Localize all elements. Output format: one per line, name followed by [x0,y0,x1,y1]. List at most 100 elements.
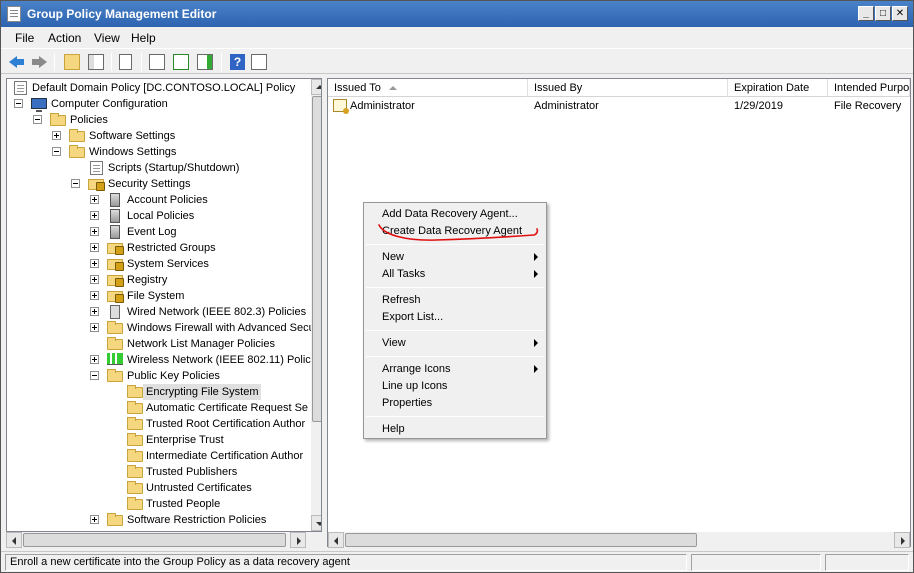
menu-separator [366,287,544,288]
tree-item-label: Local Policies [127,210,195,222]
arrow-right-icon [297,537,301,545]
expand-toggle[interactable] [90,227,99,236]
close-button[interactable]: ✕ [892,6,908,21]
expand-toggle[interactable] [90,355,99,364]
minimize-button[interactable]: _ [858,6,874,21]
collapse-toggle[interactable] [33,115,42,124]
server-icon [110,209,120,223]
tree-item-label: Restricted Groups [127,242,216,254]
menu-item-export-list[interactable]: Export List... [364,309,546,326]
folder-icon [69,145,85,158]
menu-item-properties[interactable]: Properties [364,395,546,412]
column-header-issued-to[interactable]: Issued To [328,79,528,97]
tree-item-label: Software Settings [89,130,176,142]
menu-item-label: View [382,337,406,349]
tree-item-label: Software Restriction Policies [127,514,267,526]
scroll-thumb[interactable] [345,533,697,547]
menu-file[interactable]: File [15,31,34,45]
submenu-arrow-icon [534,270,538,278]
expand-toggle[interactable] [90,515,99,524]
tree-horizontal-scrollbar[interactable] [6,532,322,548]
clipboard-icon [119,54,132,70]
expand-toggle[interactable] [90,291,99,300]
tree-item-label: Event Log [127,226,177,238]
help-button[interactable]: ? [227,52,247,72]
show-hide-tree-button[interactable] [86,52,106,72]
column-header-expiration-date[interactable]: Expiration Date [728,79,828,97]
tree-item-label: Network List Manager Policies [127,338,275,350]
expand-toggle[interactable] [52,131,61,140]
scroll-down-button[interactable] [311,515,321,531]
app-icon [7,6,21,22]
tree-vertical-scrollbar[interactable] [311,79,321,531]
collapse-toggle[interactable] [52,147,61,156]
expand-toggle[interactable] [90,195,99,204]
menu-item-line-up-icons[interactable]: Line up Icons [364,378,546,395]
menu-action[interactable]: Action [48,31,81,45]
expand-toggle[interactable] [90,211,99,220]
list-horizontal-scrollbar[interactable] [328,532,910,548]
status-text: Enroll a new certificate into the Group … [5,554,687,571]
expand-toggle[interactable] [90,275,99,284]
forward-arrow-icon [32,56,47,68]
copy-button[interactable] [117,52,137,72]
scroll-thumb[interactable] [23,533,286,547]
network-icon [110,305,120,319]
tree-item-label: Policies [70,114,108,126]
menu-item-all-tasks[interactable]: All Tasks [364,266,546,283]
tree-item-label: Windows Settings [89,146,177,158]
menu-help[interactable]: Help [131,31,156,45]
back-button[interactable] [8,52,28,72]
menu-item-help[interactable]: Help [364,421,546,438]
tree-item-label: Encrypting File System [143,384,262,400]
export-list-button[interactable] [195,52,215,72]
status-panel-empty [691,554,821,571]
arrow-right-icon [901,537,905,545]
up-folder-button[interactable] [62,52,82,72]
expand-toggle[interactable] [90,307,99,316]
expand-toggle[interactable] [90,259,99,268]
menu-item-view[interactable]: View [364,335,546,352]
menu-bar: File Action View Help [1,27,913,47]
console-tree[interactable]: Default Domain Policy [DC.CONTOSO.LOCAL]… [6,78,322,532]
menu-view[interactable]: View [94,31,120,45]
arrow-left-icon [334,537,338,545]
folder-icon [50,113,66,126]
column-header-issued-by[interactable]: Issued By [528,79,728,97]
scroll-left-button[interactable] [328,532,344,548]
tree-item-label: Intermediate Certification Author [146,450,304,462]
maximize-button[interactable]: □ [875,6,891,21]
scroll-left-button[interactable] [6,532,22,548]
scroll-right-button[interactable] [894,532,910,548]
menu-item-label: Arrange Icons [382,363,451,375]
expand-toggle[interactable] [90,323,99,332]
show-action-pane-button[interactable] [249,52,269,72]
server-icon [110,225,120,239]
tree-item-label: Wired Network (IEEE 802.3) Policies [127,306,307,318]
forward-button[interactable] [29,52,49,72]
arrow-left-icon [12,537,16,545]
table-row[interactable]: Administrator Administrator 1/29/2019 Fi… [328,98,910,114]
toolbar-separator [54,53,55,71]
refresh-button[interactable] [171,52,191,72]
scroll-right-button[interactable] [290,532,306,548]
properties-icon [149,54,165,70]
arrow-up-icon [316,85,321,89]
tree-item-label: Automatic Certificate Request Se [146,402,309,414]
tree-item-label: File System [127,290,185,302]
cell-issued-by: Administrator [534,100,599,112]
tree-item-label: Registry [127,274,168,286]
title-bar[interactable]: Group Policy Management Editor _ □ ✕ [1,1,913,27]
scroll-up-button[interactable] [311,79,321,95]
status-bar: Enroll a new certificate into the Group … [1,551,913,572]
folder-icon [127,385,143,398]
properties-button[interactable] [147,52,167,72]
column-header-intended-purpose[interactable]: Intended Purpo [828,79,910,97]
collapse-toggle[interactable] [71,179,80,188]
scroll-thumb[interactable] [312,96,321,422]
expand-toggle[interactable] [90,243,99,252]
collapse-toggle[interactable] [90,371,99,380]
collapse-toggle[interactable] [14,99,23,108]
menu-item-refresh[interactable]: Refresh [364,292,546,309]
menu-item-arrange-icons[interactable]: Arrange Icons [364,361,546,378]
